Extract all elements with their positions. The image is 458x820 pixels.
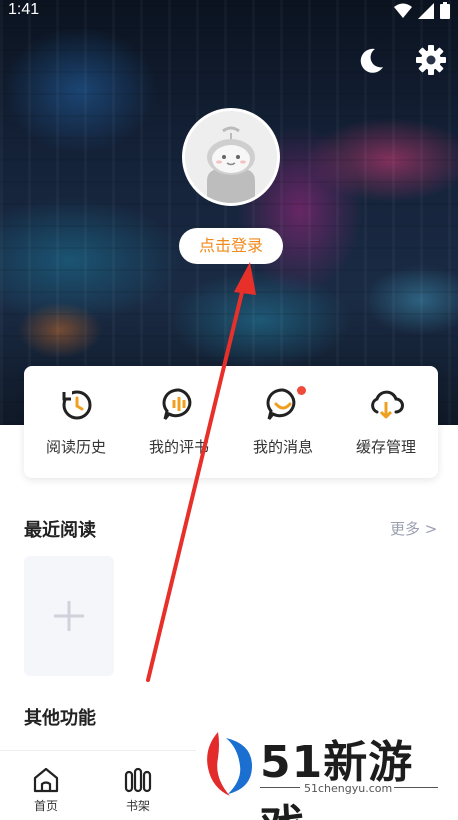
bookshelf-icon [124,767,152,793]
site-watermark: 51新游戏 51chengyu.com [196,724,458,820]
default-avatar-icon [185,111,277,203]
add-book-placeholder[interactable] [24,556,114,676]
comment-bubble-icon [162,388,192,420]
more-link[interactable]: 更多 > [390,518,437,539]
wifi-icon [394,3,412,18]
cache-management-button[interactable]: 缓存管理 [334,366,438,478]
my-messages-button[interactable]: 我的消息 [231,366,335,478]
watermark-line-right [394,787,438,788]
status-bar: 1:41 [0,0,458,22]
nav-bookshelf-label: 书架 [125,799,150,813]
settings-button[interactable] [414,43,448,77]
avatar[interactable] [182,108,280,206]
gear-icon [416,45,446,75]
watermark-brand: 51新游戏 [260,737,414,820]
nav-home-label: 首页 [33,799,58,813]
watermark-line-left [260,787,300,788]
brand-logo-icon [207,732,252,796]
nav-home[interactable]: 首页 [0,751,92,820]
quick-actions-card: 阅读历史 我的评书 我的消息 缓存管理 [24,366,438,478]
cache-management-label: 缓存管理 [355,438,416,456]
my-messages-label: 我的消息 [252,438,313,456]
my-reviews-button[interactable]: 我的评书 [127,366,231,478]
status-time: 1:41 [8,1,40,18]
profile-header-background [0,0,458,425]
my-reviews-label: 我的评书 [148,438,209,456]
reading-history-button[interactable]: 阅读历史 [24,366,128,478]
night-mode-button[interactable] [355,45,387,77]
moon-icon [360,48,383,73]
cloud-download-icon [371,390,404,419]
signal-icon [418,2,434,19]
nav-bookshelf[interactable]: 书架 [92,751,184,820]
battery-icon [440,2,450,19]
watermark-url: 51chengyu.com [304,782,393,795]
plus-icon [54,601,84,631]
home-icon [33,767,59,793]
reading-history-label: 阅读历史 [45,438,106,456]
message-bubble-icon [266,388,296,420]
recent-reading-title: 最近阅读 [24,520,96,541]
history-clock-icon [62,390,92,420]
other-functions-title: 其他功能 [24,708,96,729]
status-icons [394,2,450,19]
unread-badge [297,386,306,395]
login-button[interactable]: 点击登录 [179,228,283,264]
